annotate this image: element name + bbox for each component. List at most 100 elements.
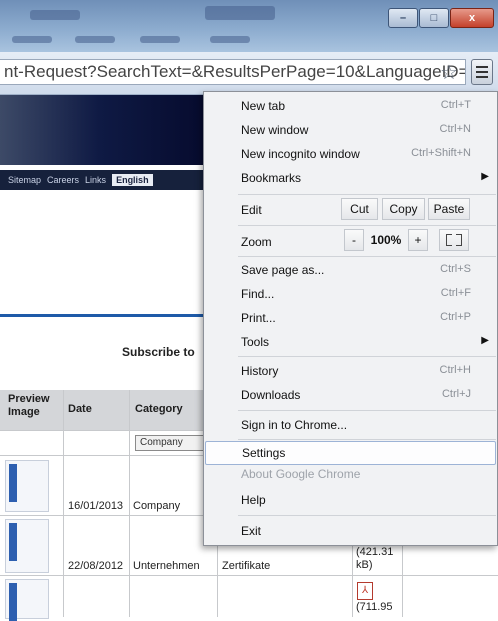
menu-item-downloads[interactable]: Downloads Ctrl+J <box>204 383 497 407</box>
preview-thumbnail[interactable] <box>5 460 49 512</box>
menu-item-new-window[interactable]: New window Ctrl+N <box>204 118 497 142</box>
subscribe-heading[interactable]: Subscribe to <box>122 345 195 359</box>
address-bar[interactable]: nt-Request?SearchText=&ResultsPerPage=10… <box>0 59 466 85</box>
menu-separator <box>238 410 496 411</box>
menu-item-label: New tab <box>241 99 286 113</box>
grid-line <box>0 575 498 576</box>
menu-item-about[interactable]: About Google Chrome <box>204 466 497 484</box>
row-type: Zertifikate <box>222 560 271 572</box>
file-size: (421.31 kB) <box>356 546 394 571</box>
column-header-date[interactable]: Date <box>68 403 92 415</box>
maximize-button[interactable]: □ <box>419 8 449 28</box>
browser-toolbar: nt-Request?SearchText=&ResultsPerPage=10… <box>0 52 498 95</box>
zoom-in-button[interactable]: + <box>408 229 428 251</box>
menu-item-help[interactable]: Help <box>204 488 497 512</box>
menu-item-label: Help <box>241 493 266 507</box>
blurred-tab[interactable] <box>30 10 80 20</box>
window-titlebar: – □ x <box>0 0 498 52</box>
menu-shortcut: Ctrl+P <box>440 311 471 323</box>
menu-item-tools[interactable]: Tools ▶ <box>204 330 497 354</box>
menu-item-exit[interactable]: Exit <box>204 519 497 543</box>
grid-line <box>129 390 130 617</box>
menu-item-label: About Google Chrome <box>241 467 361 481</box>
preview-thumbnail[interactable] <box>5 579 49 621</box>
menu-shortcut: Ctrl+T <box>440 99 471 111</box>
pdf-icon[interactable]: ⅄ <box>357 582 373 600</box>
menu-separator <box>238 194 496 195</box>
row-date: 22/08/2012 <box>68 560 124 572</box>
menu-item-label: New window <box>241 123 309 137</box>
chrome-menu-button[interactable] <box>471 59 493 85</box>
blurred-tab[interactable] <box>205 6 275 20</box>
menu-item-label: Bookmarks <box>241 171 302 185</box>
category-filter-select[interactable]: Company <box>135 435 205 451</box>
paste-button[interactable]: Paste <box>428 198 470 220</box>
menu-item-label: History <box>241 364 279 378</box>
menu-item-history[interactable]: History Ctrl+H <box>204 359 497 383</box>
bookmark-star-icon[interactable]: ☆ <box>440 60 458 85</box>
file-size: (711.95 <box>356 601 393 613</box>
menu-item-label: Find... <box>241 287 275 301</box>
menu-separator <box>238 439 496 440</box>
menu-item-label: Save page as... <box>241 263 325 277</box>
close-button[interactable]: x <box>450 8 494 28</box>
menu-item-label: Sign in to Chrome... <box>241 418 348 432</box>
zoom-out-button[interactable]: - <box>344 229 364 251</box>
row-category: Unternehmen <box>133 560 200 572</box>
menu-item-label: Exit <box>241 524 262 538</box>
menu-bar-icon <box>476 66 488 68</box>
menu-item-print[interactable]: Print... Ctrl+P <box>204 306 497 330</box>
nav-link-sitemap[interactable]: Sitemap <box>8 175 41 185</box>
menu-item-label: Zoom <box>241 235 272 249</box>
menu-item-label: New incognito window <box>241 147 360 161</box>
menu-shortcut: Ctrl+S <box>440 263 471 275</box>
menu-bar-icon <box>476 71 488 73</box>
cut-button[interactable]: Cut <box>341 198 378 220</box>
blurred-bookmark[interactable] <box>140 36 180 43</box>
menu-item-find[interactable]: Find... Ctrl+F <box>204 282 497 306</box>
row-category: Company <box>133 500 181 512</box>
language-selector[interactable]: English <box>112 174 153 186</box>
menu-shortcut: Ctrl+N <box>439 123 471 135</box>
nav-link-careers[interactable]: Careers <box>47 175 79 185</box>
menu-item-label: Print... <box>241 311 276 325</box>
menu-item-label: Downloads <box>241 388 301 402</box>
chrome-menu: New tab Ctrl+T New window Ctrl+N New inc… <box>203 91 498 546</box>
blurred-bookmark[interactable] <box>210 36 250 43</box>
site-banner <box>0 95 220 165</box>
fullscreen-icon[interactable] <box>439 229 469 251</box>
site-nav: Sitemap Careers Links English <box>0 170 220 190</box>
menu-shortcut: Ctrl+H <box>439 364 471 376</box>
menu-item-new-incognito-window[interactable]: New incognito window Ctrl+Shift+N <box>204 142 497 166</box>
menu-item-label: Edit <box>241 203 262 217</box>
column-header-category[interactable]: Category <box>135 403 183 415</box>
minimize-button[interactable]: – <box>388 8 418 28</box>
window-controls: – □ x <box>388 8 494 28</box>
divider <box>0 314 220 317</box>
blurred-bookmark[interactable] <box>75 36 115 43</box>
zoom-level: 100% <box>370 233 402 247</box>
menu-shortcut: Ctrl+F <box>440 287 471 299</box>
grid-line <box>63 390 64 617</box>
menu-shortcut: Ctrl+Shift+N <box>411 147 471 159</box>
menu-item-sign-in[interactable]: Sign in to Chrome... <box>204 413 497 437</box>
row-date: 16/01/2013 <box>68 500 124 512</box>
menu-bar-icon <box>476 76 488 78</box>
column-header-preview[interactable]: Preview Image <box>8 393 63 419</box>
menu-item-new-tab[interactable]: New tab Ctrl+T <box>204 94 497 118</box>
blurred-bookmark[interactable] <box>12 36 52 43</box>
menu-item-save-page[interactable]: Save page as... Ctrl+S <box>204 258 497 282</box>
menu-separator <box>238 515 496 516</box>
submenu-arrow-icon: ▶ <box>481 171 489 182</box>
preview-thumbnail[interactable] <box>5 519 49 573</box>
menu-separator <box>238 356 496 357</box>
menu-separator <box>238 256 496 257</box>
submenu-arrow-icon: ▶ <box>481 335 489 346</box>
menu-item-bookmarks[interactable]: Bookmarks ▶ <box>204 166 497 190</box>
menu-item-label: Settings <box>242 446 286 460</box>
nav-link-links[interactable]: Links <box>85 175 106 185</box>
menu-item-label: Tools <box>241 335 270 349</box>
menu-shortcut: Ctrl+J <box>441 388 471 400</box>
copy-button[interactable]: Copy <box>382 198 425 220</box>
menu-item-settings[interactable]: Settings <box>205 441 496 465</box>
